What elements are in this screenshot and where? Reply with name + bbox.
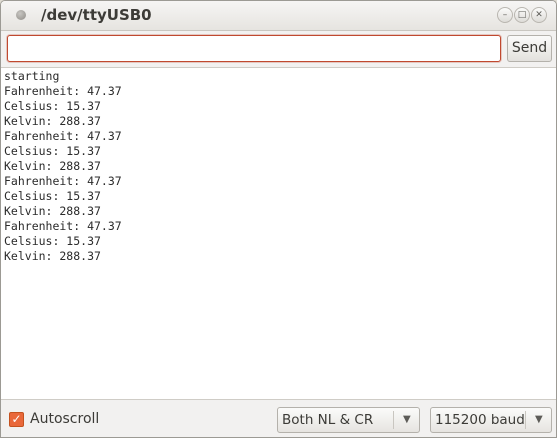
chevron-down-icon: ▼ [535, 414, 543, 425]
close-icon[interactable]: ✕ [531, 7, 547, 23]
serial-input-wrapper [7, 35, 501, 62]
serial-output-area[interactable]: starting Fahrenheit: 47.37 Celsius: 15.37 K… [1, 67, 556, 400]
autoscroll-label[interactable]: Autoscroll [30, 411, 99, 427]
output-line: Celsius: 15.37 [4, 144, 101, 158]
maximize-icon[interactable]: □ [514, 7, 530, 23]
output-line: Kelvin: 288.37 [4, 249, 101, 263]
output-line: Celsius: 15.37 [4, 234, 101, 248]
line-ending-value: Both NL & CR [282, 412, 374, 428]
output-line: starting [4, 69, 60, 83]
chevron-down-icon: ▼ [403, 414, 411, 425]
output-line: Fahrenheit: 47.37 [4, 174, 122, 188]
serial-monitor-window: /dev/ttyUSB0 – □ ✕ Send starting Fahrenhe… [0, 0, 557, 438]
output-line: Kelvin: 288.37 [4, 204, 101, 218]
output-line: Fahrenheit: 47.37 [4, 84, 122, 98]
line-ending-select[interactable]: Both NL & CR ▼ [277, 407, 420, 433]
output-line: Celsius: 15.37 [4, 189, 101, 203]
autoscroll-checkbox[interactable]: ✓ [9, 412, 24, 427]
baud-rate-select[interactable]: 115200 baud ▼ [430, 407, 552, 433]
output-line: Fahrenheit: 47.37 [4, 219, 122, 233]
serial-input[interactable] [8, 36, 500, 61]
output-line: Celsius: 15.37 [4, 99, 101, 113]
window-title: /dev/ttyUSB0 [41, 6, 152, 24]
title-bar[interactable]: /dev/ttyUSB0 – □ ✕ [1, 1, 556, 31]
output-line: Kelvin: 288.37 [4, 114, 101, 128]
send-button[interactable]: Send [507, 35, 552, 62]
window-menu-icon[interactable] [16, 10, 26, 20]
minimize-icon[interactable]: – [497, 7, 513, 23]
output-line: Fahrenheit: 47.37 [4, 129, 122, 143]
select-divider [393, 411, 394, 429]
output-line: Kelvin: 288.37 [4, 159, 101, 173]
baud-rate-value: 115200 baud [435, 412, 525, 428]
select-divider [525, 411, 526, 429]
